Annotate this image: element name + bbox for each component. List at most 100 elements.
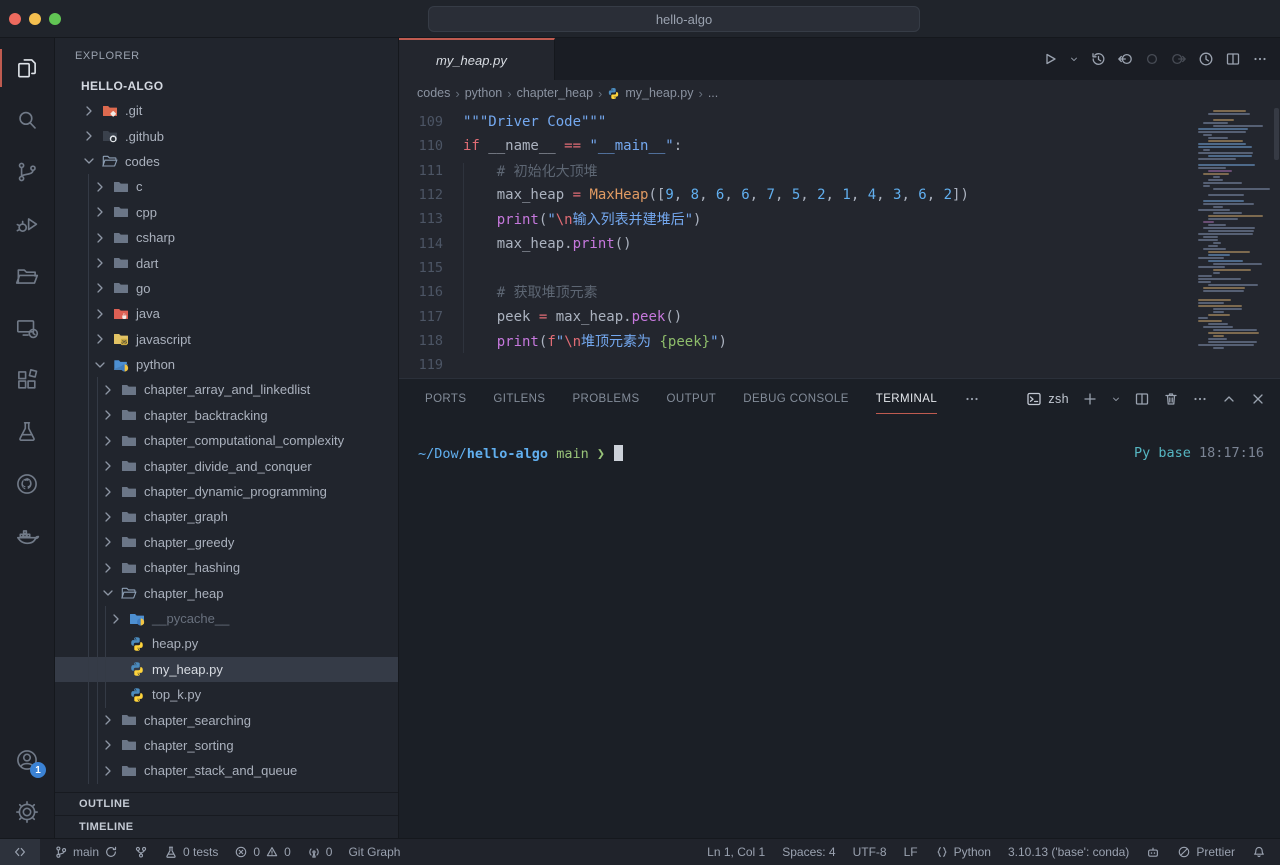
tree-item-top-k-py[interactable]: top_k.py [55, 682, 398, 707]
tree-item-codes[interactable]: codes [55, 149, 398, 174]
zoom-window-button[interactable] [49, 13, 61, 25]
activity-source-control[interactable] [0, 146, 54, 198]
close-tab-icon[interactable] [528, 52, 544, 68]
toggle-sidebar-icon[interactable] [1144, 9, 1164, 29]
panel-tab-gitlens[interactable]: GITLENS [493, 379, 545, 419]
status-git-graph-label[interactable]: Git Graph [348, 839, 400, 865]
shell-select[interactable]: zsh [1026, 391, 1069, 407]
tree-root-hello-algo[interactable]: HELLO-ALGO [55, 74, 398, 98]
outline-section[interactable]: OUTLINE [55, 792, 398, 815]
tree-item-javascript[interactable]: JSjavascript [55, 327, 398, 352]
tree-item-chapter-dynamic-programming[interactable]: chapter_dynamic_programming [55, 479, 398, 504]
panel-tab-problems[interactable]: PROBLEMS [572, 379, 639, 419]
activity-github[interactable] [0, 458, 54, 510]
activity-run-debug[interactable] [0, 198, 54, 250]
tree-item-dart[interactable]: dart [55, 250, 398, 275]
breadcrumb-chapter-heap[interactable]: chapter_heap [517, 86, 593, 100]
run-dropdown-icon[interactable] [1069, 54, 1079, 64]
status-encoding[interactable]: UTF-8 [853, 839, 887, 865]
command-center-search[interactable]: hello-algo [428, 6, 920, 32]
activity-project-manager[interactable] [0, 250, 54, 302]
tree-item-chapter-heap[interactable]: chapter_heap [55, 580, 398, 605]
activity-search[interactable] [0, 94, 54, 146]
open-changes-prev-icon[interactable] [1117, 51, 1133, 67]
tree-item-chapter-backtracking[interactable]: chapter_backtracking [55, 403, 398, 428]
tree-item-chapter-graph[interactable]: chapter_graph [55, 504, 398, 529]
timeline-section[interactable]: TIMELINE [55, 815, 398, 838]
tree-item-chapter-computational-complexity[interactable]: chapter_computational_complexity [55, 428, 398, 453]
activity-testing[interactable] [0, 406, 54, 458]
tree-item-chapter-divide-and-conquer[interactable]: chapter_divide_and_conquer [55, 453, 398, 478]
close-window-button[interactable] [9, 13, 21, 25]
tree-item-csharp[interactable]: csharp [55, 225, 398, 250]
activity-docker[interactable] [0, 510, 54, 562]
tree-item-chapter-sorting[interactable]: chapter_sorting [55, 733, 398, 758]
file-history-icon[interactable] [1090, 51, 1106, 67]
toggle-secondary-sidebar-icon[interactable] [1212, 9, 1232, 29]
breadcrumb-codes[interactable]: codes [417, 86, 450, 100]
explorer-actions-icon[interactable] [370, 48, 386, 64]
status-cursor-position[interactable]: Ln 1, Col 1 [707, 839, 765, 865]
status-test-status[interactable]: 0 tests [164, 839, 218, 865]
code-editor[interactable]: 109"""Driver Code"""110if __name__ == "_… [399, 106, 1280, 378]
activity-extensions[interactable] [0, 354, 54, 406]
tree-item-chapter-stack-and-queue[interactable]: chapter_stack_and_queue [55, 758, 398, 783]
status-ports[interactable]: 0 [307, 839, 333, 865]
tree-item-chapter-greedy[interactable]: chapter_greedy [55, 530, 398, 555]
open-changes-icon[interactable] [1144, 51, 1160, 67]
split-terminal-icon[interactable] [1134, 391, 1150, 407]
customize-layout-icon[interactable] [1246, 9, 1266, 29]
toggle-blame-icon[interactable] [1198, 51, 1214, 67]
activity-explorer[interactable] [0, 42, 54, 94]
activity-remote-explorer[interactable] [0, 302, 54, 354]
panel-tab-output[interactable]: OUTPUT [667, 379, 717, 419]
status-notifications[interactable] [1252, 839, 1266, 865]
tree-item-go[interactable]: go [55, 276, 398, 301]
tree-item--github[interactable]: .github [55, 123, 398, 148]
panel-tabs-more-icon[interactable] [964, 391, 980, 407]
status-prettier[interactable]: Prettier [1177, 839, 1235, 865]
run-python-file-icon[interactable] [1042, 51, 1058, 67]
panel-more-icon[interactable] [1192, 391, 1208, 407]
minimize-window-button[interactable] [29, 13, 41, 25]
editor-scrollbar[interactable] [1274, 108, 1279, 160]
open-changes-next-icon[interactable] [1171, 51, 1187, 67]
nav-back-icon[interactable] [360, 9, 380, 29]
breadcrumb--[interactable]: ... [708, 86, 718, 100]
tab-my-heap-py[interactable]: my_heap.py [399, 38, 555, 80]
kill-terminal-icon[interactable] [1163, 391, 1179, 407]
close-panel-icon[interactable] [1250, 391, 1266, 407]
new-terminal-icon[interactable] [1082, 391, 1098, 407]
status-python-interpreter[interactable]: 3.10.13 ('base': conda) [1008, 839, 1129, 865]
tree-item-python[interactable]: python [55, 352, 398, 377]
tree-item-java[interactable]: java [55, 301, 398, 326]
activity-settings[interactable] [0, 786, 54, 838]
breadcrumb-my-heap-py[interactable]: my_heap.py [607, 86, 693, 100]
split-editor-icon[interactable] [1225, 51, 1241, 67]
status-remote-indicator[interactable] [0, 839, 40, 865]
terminal-dropdown-icon[interactable] [1111, 394, 1121, 404]
more-actions-icon[interactable] [1252, 51, 1268, 67]
status-problems[interactable]: 00 [234, 839, 290, 865]
status-eol[interactable]: LF [904, 839, 918, 865]
terminal[interactable]: ~/Dow/hello-algo main ❯ Py base 18:17:16 [399, 419, 1280, 838]
panel-tab-ports[interactable]: PORTS [425, 379, 466, 419]
tree-item-chapter-hashing[interactable]: chapter_hashing [55, 555, 398, 580]
minimap[interactable] [1196, 106, 1270, 356]
tree-item-chapter-array-and-linkedlist[interactable]: chapter_array_and_linkedlist [55, 377, 398, 402]
tree-item-my-heap-py[interactable]: my_heap.py [55, 657, 398, 682]
tree-item-chapter-searching[interactable]: chapter_searching [55, 707, 398, 732]
tree-item-cpp[interactable]: cpp [55, 200, 398, 225]
tree-item-heap-py[interactable]: heap.py [55, 631, 398, 656]
tree-item--pycache-[interactable]: __pycache__ [55, 606, 398, 631]
status-language-mode[interactable]: Python [935, 839, 991, 865]
breadcrumb-python[interactable]: python [465, 86, 503, 100]
status-copilot[interactable] [1146, 839, 1160, 865]
panel-tab-debug-console[interactable]: DEBUG CONSOLE [743, 379, 849, 419]
tree-item--git[interactable]: .git [55, 98, 398, 123]
maximize-panel-icon[interactable] [1221, 391, 1237, 407]
activity-accounts[interactable]: 1 [0, 734, 54, 786]
status-git-branch[interactable]: main [54, 839, 118, 865]
tree-item-c[interactable]: c [55, 174, 398, 199]
status-git-graph-button[interactable] [134, 839, 148, 865]
